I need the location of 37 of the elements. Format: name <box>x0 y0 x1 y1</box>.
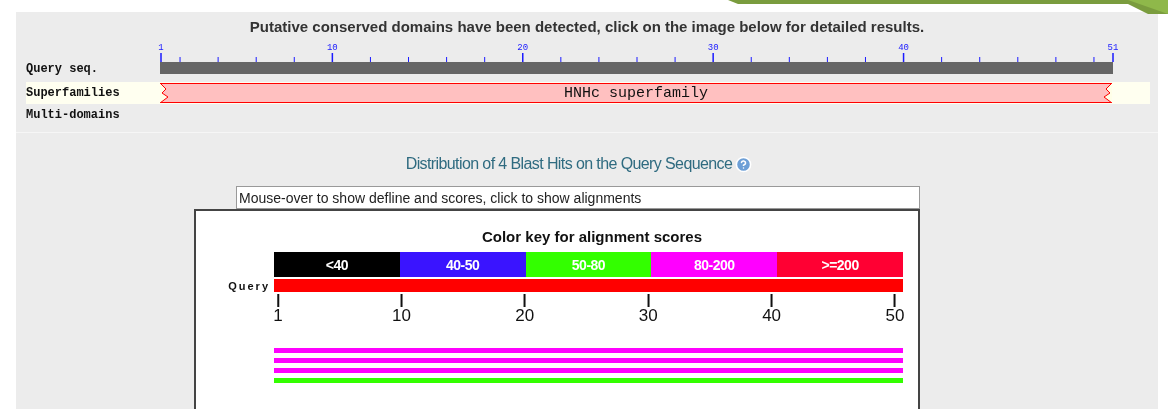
track-label: Query seq. <box>26 62 99 76</box>
score-range: <40 <box>274 252 400 277</box>
results-title: Putative conserved domains have been detected, click on the image below for detailed results. <box>248 18 926 37</box>
section-heading: Distribution of 4 Blast Hits on the Query Sequence <box>405 155 733 173</box>
info-field[interactable]: Mouse-over to show defline and scores, click to show alignments <box>236 186 920 209</box>
axis-tick <box>400 294 403 307</box>
axis-label: 1 <box>273 307 283 324</box>
score-range: 80-200 <box>651 252 778 277</box>
score-range: >=200 <box>777 252 903 277</box>
axis-tick <box>894 294 896 307</box>
track-label: Superfamilies <box>26 86 121 100</box>
score-range: 40-50 <box>399 252 526 277</box>
axis-label: 10 <box>391 307 411 324</box>
axis-label: 40 <box>762 307 782 324</box>
ruler-label: 20 <box>517 43 529 53</box>
alignment-bar[interactable] <box>274 348 903 353</box>
ruler-label: 30 <box>707 43 719 53</box>
axis-tick <box>523 294 526 307</box>
help-icon[interactable] <box>735 155 753 173</box>
alignment-bar[interactable] <box>274 368 903 373</box>
score-range: 50-80 <box>525 252 652 277</box>
ruler-label: 10 <box>326 43 338 53</box>
axis-label: 20 <box>515 307 535 324</box>
axis-tick <box>277 294 279 307</box>
domain-bar[interactable]: HNHc superfamily <box>160 83 1112 103</box>
axis-tick <box>647 294 650 307</box>
track-label: Multi-domains <box>26 108 121 122</box>
query-label: Query <box>227 279 271 292</box>
alignment-bar[interactable] <box>274 378 903 383</box>
axis-label: 50 <box>885 307 905 324</box>
axis-tick <box>770 294 773 307</box>
ruler-label: 40 <box>898 43 909 53</box>
ruler-label: 1 <box>158 43 164 53</box>
ruler-label: 51 <box>1107 43 1119 53</box>
axis-label: 30 <box>638 307 658 324</box>
alignment-bar[interactable] <box>274 358 903 363</box>
color-key-title: Color key for alignment scores <box>480 228 704 247</box>
